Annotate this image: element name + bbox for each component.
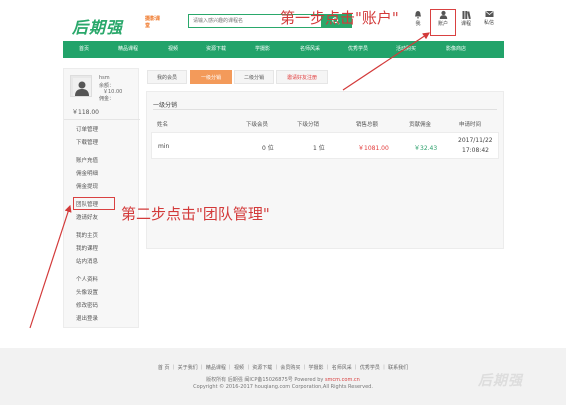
nav-shop[interactable]: 影像商店 bbox=[446, 41, 466, 58]
nav-purchase[interactable]: 活动购买 bbox=[396, 41, 416, 58]
nav-video[interactable]: 视频 bbox=[168, 41, 178, 58]
sidebar-item-logout[interactable]: 退出登录 bbox=[76, 314, 98, 322]
books-icon bbox=[462, 11, 471, 19]
toolbar-courses[interactable]: 课程 bbox=[455, 10, 477, 27]
nav-students[interactable]: 优秀学员 bbox=[348, 41, 368, 58]
tab-invite-register[interactable]: 邀请好友注册 bbox=[276, 70, 328, 84]
toolbar-messages-label: 私信 bbox=[483, 20, 494, 26]
col-name: 姓名 bbox=[157, 122, 169, 128]
sidebar-item-homepage[interactable]: 我的主页 bbox=[76, 231, 98, 239]
sidebar-item-recharge[interactable]: 账户充值 bbox=[76, 156, 98, 164]
tab-level1[interactable]: 一级分销 bbox=[190, 70, 232, 84]
sidebar-item-my-courses[interactable]: 我的课程 bbox=[76, 244, 98, 252]
footer-powered-link[interactable]: smcm.com.cn bbox=[325, 377, 360, 383]
cell-sales: ￥1081.00 bbox=[358, 145, 389, 152]
sidebar-divider bbox=[64, 119, 140, 120]
sidebar-item-withdraw[interactable]: 佣金提现 bbox=[76, 182, 98, 190]
sidebar-item-invite[interactable]: 邀请好友 bbox=[76, 213, 98, 221]
col-sales: 销售总额 bbox=[356, 122, 379, 128]
sidebar-item-orders[interactable]: 订单管理 bbox=[76, 125, 98, 133]
site-logo[interactable]: 后期强 摄影课堂 bbox=[72, 14, 160, 38]
annotation-step1: 第一步点击"账户" bbox=[280, 9, 399, 27]
main-nav: 首页 精品课程 视频 资源下载 学摄影 名师风采 优秀学员 活动购买 影像商店 bbox=[63, 41, 504, 58]
avatar-icon bbox=[73, 78, 91, 96]
cell-members: 0 位 bbox=[262, 145, 274, 152]
nav-courses[interactable]: 精品课程 bbox=[118, 41, 138, 58]
team-highlight-box bbox=[73, 197, 115, 210]
cell-time: 17:08:42 bbox=[462, 147, 489, 154]
nav-home[interactable]: 首页 bbox=[79, 41, 89, 58]
user-name: hsm bbox=[99, 75, 110, 81]
avatar[interactable] bbox=[70, 75, 92, 97]
account-highlight-box bbox=[430, 9, 456, 36]
footer-icp-text: 版权所有 后期强 闽ICP备15026875号 Powered by bbox=[206, 377, 324, 383]
annotation-step2: 第二步点击"团队管理" bbox=[121, 205, 270, 223]
logo-subtitle: 摄影课堂 bbox=[145, 16, 161, 29]
nav-downloads[interactable]: 资源下载 bbox=[206, 41, 226, 58]
toolbar-me[interactable]: 我 bbox=[407, 10, 429, 27]
bell-icon bbox=[415, 11, 421, 19]
toolbar-courses-label: 课程 bbox=[460, 21, 471, 27]
tab-my-members[interactable]: 我的会员 bbox=[147, 70, 187, 84]
logo-text: 后期强 bbox=[72, 18, 124, 37]
footer-logo: 后期强 bbox=[478, 373, 523, 389]
toolbar-messages[interactable]: 私信 bbox=[478, 10, 500, 26]
nav-teachers[interactable]: 名师风采 bbox=[300, 41, 320, 58]
table-row: min 0 位 1 位 ￥1081.00 ￥32.43 2017/11/22 1… bbox=[151, 132, 499, 159]
tab-level2[interactable]: 二级分销 bbox=[234, 70, 274, 84]
col-commission: 贡献佣金 bbox=[409, 122, 432, 128]
sidebar-item-inbox[interactable]: 站内消息 bbox=[76, 257, 98, 265]
nav-learn-photo[interactable]: 学摄影 bbox=[255, 41, 270, 58]
sidebar-item-downloads[interactable]: 下载管理 bbox=[76, 138, 98, 146]
sidebar-item-password[interactable]: 修改密码 bbox=[76, 301, 98, 309]
sidebar-item-profile[interactable]: 个人资料 bbox=[76, 275, 98, 283]
total-amount: ￥118.00 bbox=[72, 109, 99, 116]
distribution-panel: 一级分销 姓名 下级会员 下级分销 销售总额 贡献佣金 申请时间 min 0 位… bbox=[146, 91, 504, 249]
cell-distributors: 1 位 bbox=[313, 145, 325, 152]
sidebar-item-avatar-settings[interactable]: 头像设置 bbox=[76, 288, 98, 296]
panel-divider bbox=[153, 109, 497, 110]
panel-title: 一级分销 bbox=[153, 102, 178, 109]
mail-icon bbox=[485, 11, 493, 17]
cell-date: 2017/11/22 bbox=[458, 137, 493, 144]
toolbar-me-label: 我 bbox=[415, 21, 421, 27]
cell-commission: ￥32.43 bbox=[414, 145, 438, 152]
cell-name: min bbox=[158, 143, 170, 150]
col-distributors: 下级分销 bbox=[297, 122, 320, 128]
footer: 首 页 ｜ 关于我们 ｜ 精品课程 ｜ 视频 ｜ 资源下载 ｜ 会员购买 ｜ 学… bbox=[0, 348, 566, 405]
col-date: 申请时间 bbox=[459, 122, 482, 128]
sidebar-item-commission-detail[interactable]: 佣金明细 bbox=[76, 169, 98, 177]
balance-value: ￥10.00 bbox=[103, 89, 123, 95]
col-members: 下级会员 bbox=[246, 122, 269, 128]
commission-label: 佣金： bbox=[99, 96, 115, 102]
